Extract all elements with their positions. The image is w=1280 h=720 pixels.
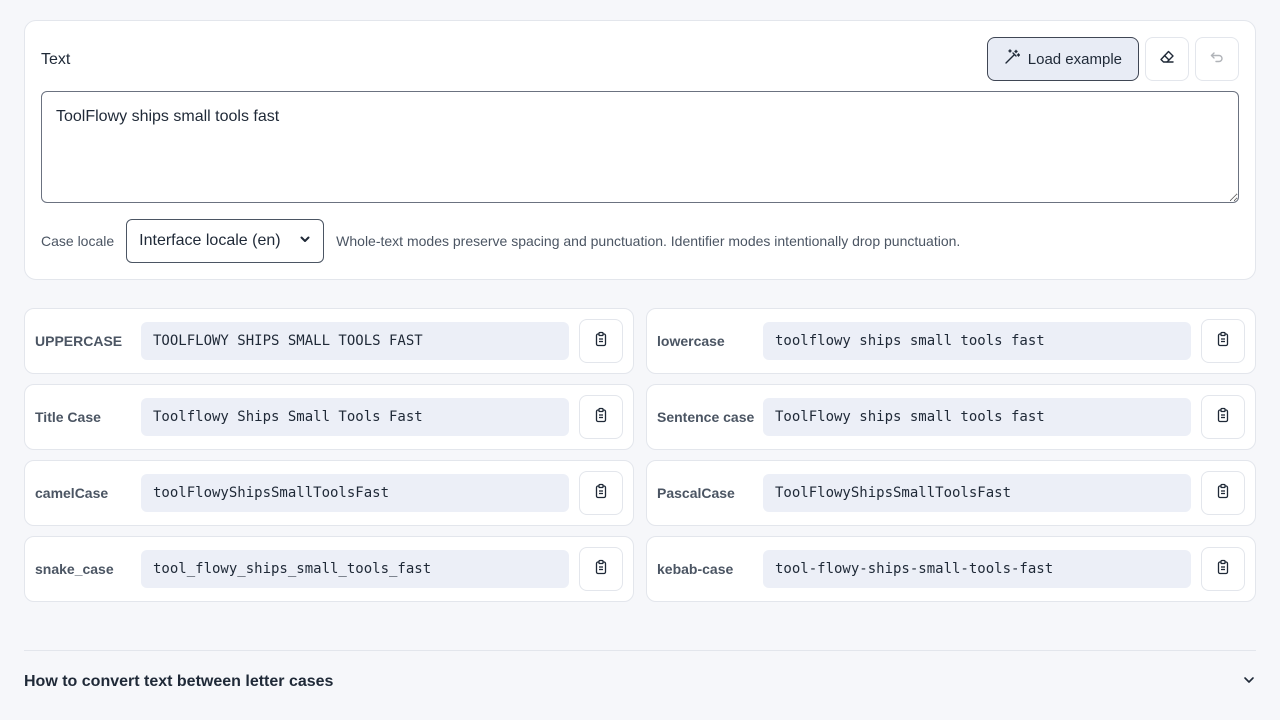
load-example-label: Load example: [1027, 50, 1122, 68]
faq-accordion[interactable]: How to convert text between letter cases: [24, 662, 1256, 702]
magic-wand-icon: [1004, 49, 1020, 69]
clipboard-icon: [593, 559, 609, 580]
faq-title: How to convert text between letter cases: [24, 673, 334, 690]
result-label: camelCase: [35, 484, 109, 501]
copy-button[interactable]: [579, 471, 623, 515]
copy-button[interactable]: [1201, 395, 1245, 439]
result-value: Toolflowy Ships Small Tools Fast: [141, 398, 569, 436]
result-value: ToolFlowy ships small tools fast: [763, 398, 1191, 436]
result-label: snake_case: [35, 560, 114, 577]
copy-button[interactable]: [1201, 547, 1245, 591]
clipboard-icon: [593, 407, 609, 428]
result-value: TOOLFLOWY SHIPS SMALL TOOLS FAST: [141, 322, 569, 360]
result-value: tool_flowy_ships_small_tools_fast: [141, 550, 569, 588]
clipboard-icon: [1215, 559, 1231, 580]
copy-button[interactable]: [579, 319, 623, 363]
result-label: UPPERCASE: [35, 332, 123, 349]
result-card: Title Case Toolflowy Ships Small Tools Fa…: [24, 384, 634, 450]
result-card: kebab-case tool-flowy-ships-small-tools-f…: [646, 536, 1256, 602]
result-value: toolflowy ships small tools fast: [763, 322, 1191, 360]
text-input-card: Text Load example ToolFlowy ships small …: [24, 20, 1256, 280]
result-card: lowercase toolflowy ships small tools fas…: [646, 308, 1256, 374]
result-card: camelCase toolFlowyShipsSmallToolsFast: [24, 460, 634, 526]
result-label: kebab-case: [657, 560, 734, 577]
input-toolbar: Load example: [986, 37, 1239, 81]
divider: [24, 650, 1256, 651]
result-card: PascalCase ToolFlowyShipsSmallToolsFast: [646, 460, 1256, 526]
result-label: Sentence case: [657, 408, 755, 425]
chevron-down-icon: [1242, 673, 1256, 692]
text-label: Text: [41, 51, 71, 68]
eraser-icon: [1159, 49, 1175, 70]
locale-select[interactable]: Interface locale (en): [126, 219, 325, 263]
chevron-down-icon: [299, 232, 311, 250]
result-card: UPPERCASE TOOLFLOWY SHIPS SMALL TOOLS FAS…: [24, 308, 634, 374]
clipboard-icon: [593, 483, 609, 504]
undo-button[interactable]: [1195, 37, 1239, 81]
locale-label: Case locale: [41, 233, 115, 249]
locale-selected-value: Interface locale (en): [139, 232, 281, 249]
results-grid: UPPERCASE TOOLFLOWY SHIPS SMALL TOOLS FAS…: [24, 308, 1256, 602]
result-value: toolFlowyShipsSmallToolsFast: [141, 474, 569, 512]
locale-hint: Whole-text modes preserve spacing and pu…: [336, 233, 961, 249]
clipboard-icon: [1215, 331, 1231, 352]
locale-row: Case locale Interface locale (en) Whole-…: [41, 219, 960, 263]
undo-icon: [1209, 49, 1225, 70]
result-card: Sentence case ToolFlowy ships small tools…: [646, 384, 1256, 450]
copy-button[interactable]: [1201, 471, 1245, 515]
copy-button[interactable]: [579, 547, 623, 591]
clipboard-icon: [1215, 483, 1231, 504]
copy-button[interactable]: [579, 395, 623, 439]
clipboard-icon: [593, 331, 609, 352]
result-label: PascalCase: [657, 484, 735, 501]
result-label: lowercase: [657, 332, 725, 349]
clipboard-icon: [1215, 407, 1231, 428]
result-value: tool-flowy-ships-small-tools-fast: [763, 550, 1191, 588]
copy-button[interactable]: [1201, 319, 1245, 363]
result-card: snake_case tool_flowy_ships_small_tools_f…: [24, 536, 634, 602]
result-label: Title Case: [35, 408, 101, 425]
text-input[interactable]: ToolFlowy ships small tools fast: [41, 91, 1239, 203]
result-value: ToolFlowyShipsSmallToolsFast: [763, 474, 1191, 512]
clear-button[interactable]: [1145, 37, 1189, 81]
load-example-button[interactable]: Load example: [986, 37, 1139, 81]
